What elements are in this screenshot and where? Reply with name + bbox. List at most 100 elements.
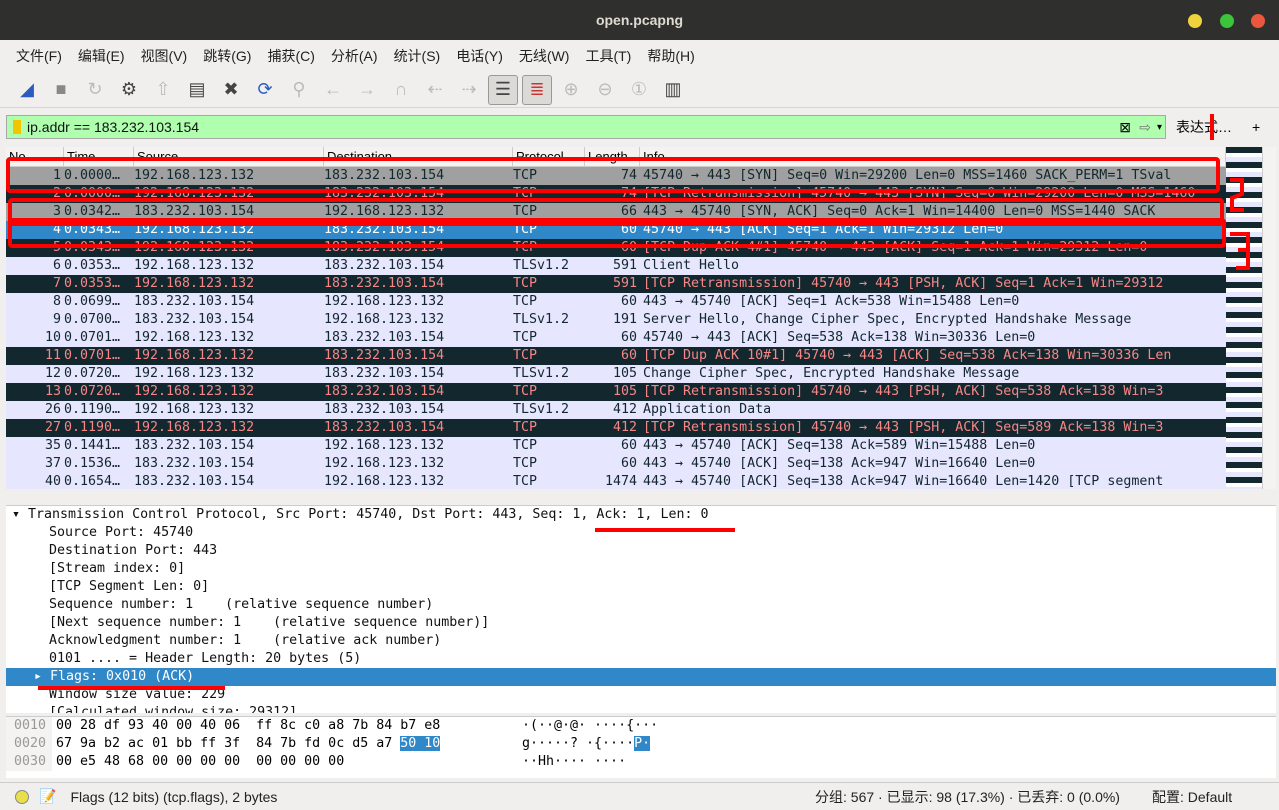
packet-row[interactable]: 7 0.0353… 192.168.123.132 183.232.103.154 TC… — [6, 275, 1226, 293]
packet-no: 1 — [52, 168, 61, 183]
packet-dst: 192.168.123.132 — [324, 456, 445, 471]
edit-comment-icon[interactable]: 📝 — [39, 788, 56, 805]
bookmark-icon[interactable] — [13, 120, 21, 134]
resize-columns-icon[interactable]: ▥ — [658, 75, 688, 105]
detail-field[interactable]: [Next sequence number: 1 (relative seque… — [6, 614, 1276, 632]
packet-row[interactable]: 26 0.1190… 192.168.123.132 183.232.103.154 T… — [6, 401, 1226, 419]
packet-time: 0.0000… — [64, 186, 121, 201]
expert-info-icon[interactable] — [15, 789, 29, 804]
apply-filter-icon[interactable]: ⇨ — [1139, 119, 1151, 136]
first-packet-icon[interactable]: ⇠ — [420, 75, 450, 105]
packet-row[interactable]: 13 0.0720… 192.168.123.132 183.232.103.154 T… — [6, 383, 1226, 401]
tcp-tree-header[interactable]: ▾ Transmission Control Protocol, Src Por… — [6, 506, 1276, 524]
packet-row[interactable]: 8 0.0699… 183.232.103.154 192.168.123.132 TC… — [6, 293, 1226, 311]
column-info[interactable]: Info — [640, 147, 1226, 166]
start-capture-icon[interactable]: ◢ — [12, 75, 42, 105]
minimize-button[interactable] — [1188, 14, 1202, 28]
filter-dropdown-icon[interactable]: ▾ — [1157, 122, 1162, 133]
packet-src: 183.232.103.154 — [134, 312, 255, 327]
packet-row[interactable]: 35 0.1441… 183.232.103.154 192.168.123.132 T… — [6, 437, 1226, 455]
hex-bytes[interactable]: 00 e5 48 68 00 00 00 00 00 00 00 00 — [52, 753, 522, 771]
close-file-icon[interactable]: ✖ — [216, 75, 246, 105]
packet-no: 27 — [44, 420, 61, 435]
packet-row[interactable]: 40 0.1654… 183.232.103.154 192.168.123.132 T… — [6, 473, 1226, 489]
flags-tree-item[interactable]: ▸ Flags: 0x010 (ACK) — [6, 668, 1276, 686]
forward-icon[interactable]: → — [352, 75, 382, 105]
packet-row[interactable]: 37 0.1536… 183.232.103.154 192.168.123.132 T… — [6, 455, 1226, 473]
detail-field[interactable]: Destination Port: 443 — [6, 542, 1276, 560]
packet-info: 443 → 45740 [SYN, ACK] Seq=0 Ack=1 Win=1… — [643, 204, 1156, 219]
column-protocol[interactable]: Protocol — [513, 147, 585, 166]
clear-filter-icon[interactable]: ⊠ — [1119, 119, 1131, 136]
detail-field[interactable]: [Calculated window size: 29312] — [6, 704, 1276, 713]
packet-row[interactable]: 4 0.0343… 192.168.123.132 183.232.103.154 TC… — [6, 221, 1226, 239]
hex-bytes-text: 00 e5 48 68 00 00 00 00 00 00 00 00 — [56, 754, 345, 769]
zoom-in-icon[interactable]: ⊕ — [556, 75, 586, 105]
go-to-packet-icon[interactable]: ∩ — [386, 75, 416, 105]
display-filter-input[interactable]: ip.addr == 183.232.103.154 ⊠ ⇨ ▾ — [6, 115, 1166, 139]
find-icon[interactable]: ⚲ — [284, 75, 314, 105]
column-destination[interactable]: Destination — [324, 147, 513, 166]
packet-row[interactable]: 11 0.0701… 192.168.123.132 183.232.103.154 T… — [6, 347, 1226, 365]
packet-row[interactable]: 5 0.0343… 192.168.123.132 183.232.103.154 TC… — [6, 239, 1226, 257]
hex-row: 0030 00 e5 48 68 00 00 00 00 00 00 00 00 ·… — [6, 753, 1276, 771]
detail-field[interactable]: Acknowledgment number: 1 (relative ack n… — [6, 632, 1276, 650]
menu-item-0[interactable]: 文件(F) — [8, 40, 70, 72]
hex-bytes[interactable]: 00 28 df 93 40 00 40 06 ff 8c c0 a8 7b 8… — [52, 717, 522, 735]
menu-item-5[interactable]: 分析(A) — [323, 40, 386, 72]
add-filter-button[interactable]: + — [1252, 119, 1260, 135]
menu-item-3[interactable]: 跳转(G) — [195, 40, 259, 72]
packet-row[interactable]: 3 0.0342… 183.232.103.154 192.168.123.132 TC… — [6, 203, 1226, 221]
packet-time: 0.0720… — [64, 384, 121, 399]
menu-item-8[interactable]: 无线(W) — [511, 40, 578, 72]
detail-field[interactable]: Window size value: 229 — [6, 686, 1276, 704]
hex-bytes[interactable]: 67 9a b2 ac 01 bb ff 3f 84 7b fd 0c d5 a… — [52, 735, 522, 753]
menu-item-4[interactable]: 捕获(C) — [259, 40, 322, 72]
hex-ascii[interactable]: g·····? ·{····P· — [522, 735, 651, 753]
detail-field[interactable]: 0101 .... = Header Length: 20 bytes (5) — [6, 650, 1276, 668]
packet-row[interactable]: 6 0.0353… 192.168.123.132 183.232.103.154 TL… — [6, 257, 1226, 275]
packet-row[interactable]: 27 0.1190… 192.168.123.132 183.232.103.154 T… — [6, 419, 1226, 437]
back-icon[interactable]: ← — [318, 75, 348, 105]
zoom-out-icon[interactable]: ⊖ — [590, 75, 620, 105]
hex-ascii[interactable]: ··Hh···· ···· — [522, 753, 626, 771]
capture-options-gear-icon[interactable]: ⚙ — [114, 75, 144, 105]
menu-item-10[interactable]: 帮助(H) — [639, 40, 702, 72]
stop-capture-icon[interactable]: ■ — [46, 75, 76, 105]
packet-dst: 183.232.103.154 — [324, 330, 445, 345]
detail-field[interactable]: [TCP Segment Len: 0] — [6, 578, 1276, 596]
packet-minimap[interactable] — [1226, 147, 1262, 489]
detail-field[interactable]: Source Port: 45740 — [6, 524, 1276, 542]
detail-field[interactable]: Sequence number: 1 (relative sequence nu… — [6, 596, 1276, 614]
menu-item-2[interactable]: 视图(V) — [133, 40, 196, 72]
open-file-icon[interactable]: ⇧ — [148, 75, 178, 105]
close-button[interactable] — [1251, 14, 1265, 28]
last-packet-icon[interactable]: ⇢ — [454, 75, 484, 105]
maximize-button[interactable] — [1220, 14, 1234, 28]
status-profile[interactable]: 配置: Default — [1152, 787, 1232, 807]
packet-row[interactable]: 10 0.0701… 192.168.123.132 183.232.103.154 T… — [6, 329, 1226, 347]
detail-field[interactable]: [Stream index: 0] — [6, 560, 1276, 578]
reload-file-icon[interactable]: ⟳ — [250, 75, 280, 105]
colorize-icon[interactable]: ≣ — [522, 74, 552, 105]
packet-row[interactable]: 9 0.0700… 183.232.103.154 192.168.123.132 TL… — [6, 311, 1226, 329]
column-no[interactable]: No. — [6, 147, 64, 166]
menu-item-9[interactable]: 工具(T) — [577, 40, 639, 72]
menu-item-7[interactable]: 电话(Y) — [448, 40, 511, 72]
packet-row[interactable]: 12 0.0720… 192.168.123.132 183.232.103.154 T… — [6, 365, 1226, 383]
column-time[interactable]: Time — [64, 147, 134, 166]
packet-proto: TCP — [513, 168, 538, 183]
hex-ascii[interactable]: ·(··@·@· ····{··· — [522, 717, 658, 735]
normal-size-icon[interactable]: ① — [624, 75, 654, 105]
packet-row[interactable]: 1 0.0000… 192.168.123.132 183.232.103.154 TC… — [6, 167, 1226, 185]
packet-list-scrollbar[interactable] — [1262, 147, 1276, 489]
restart-capture-icon[interactable]: ↻ — [80, 75, 110, 105]
file-icon[interactable]: ▤ — [182, 75, 212, 105]
autoscroll-icon[interactable]: ☰ — [488, 74, 518, 105]
expression-button[interactable]: 表达式… — [1176, 117, 1232, 137]
menu-item-1[interactable]: 编辑(E) — [70, 40, 133, 72]
packet-row[interactable]: 2 0.0000… 192.168.123.132 183.232.103.154 TC… — [6, 185, 1226, 203]
column-source[interactable]: Source — [134, 147, 324, 166]
menu-item-6[interactable]: 统计(S) — [386, 40, 449, 72]
column-length[interactable]: Length — [585, 147, 640, 166]
